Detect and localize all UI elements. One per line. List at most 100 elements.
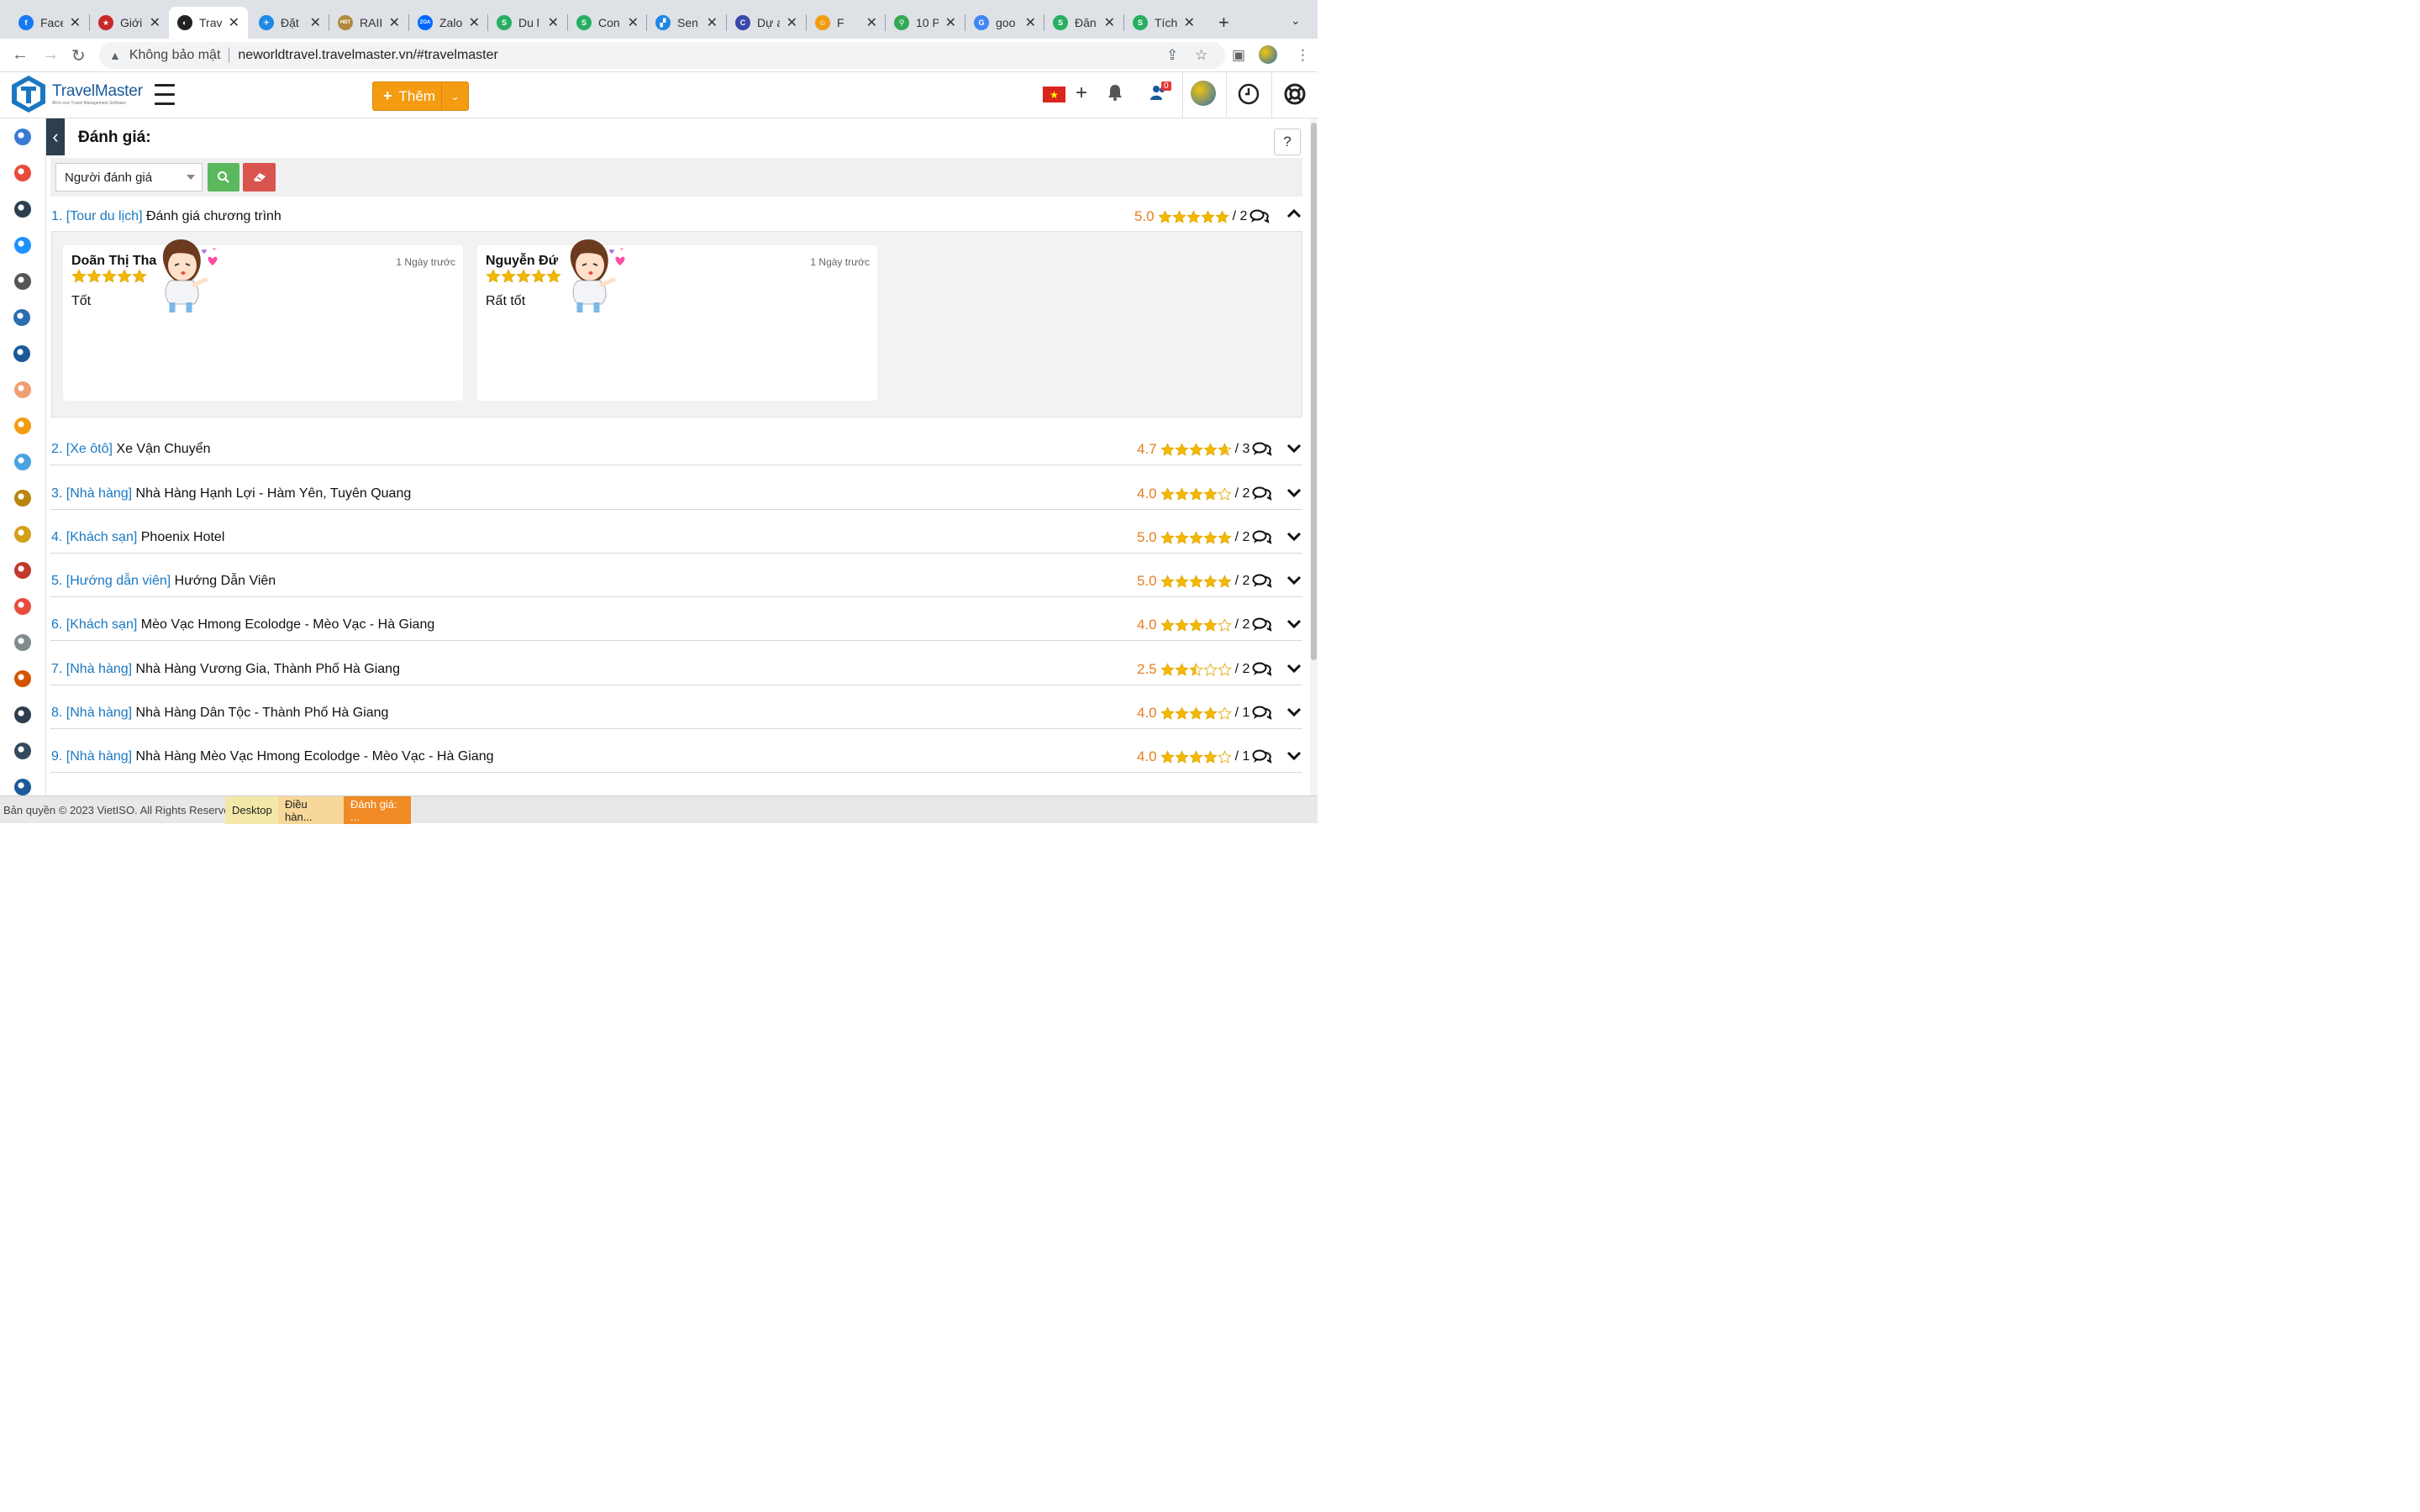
- profile-avatar[interactable]: [1259, 45, 1277, 64]
- comments-icon[interactable]: [1252, 748, 1272, 765]
- chevron-down-icon[interactable]: [1286, 487, 1302, 499]
- agent-icon[interactable]: [14, 743, 31, 759]
- compass-icon[interactable]: [14, 417, 31, 434]
- close-icon[interactable]: ✕: [1184, 14, 1195, 31]
- close-icon[interactable]: ✕: [866, 14, 877, 31]
- url-text[interactable]: neworldtravel.travelmaster.vn/#travelmas…: [238, 48, 497, 63]
- abacus-icon[interactable]: [14, 670, 31, 687]
- review-item-category[interactable]: [Hướng dẫn viên]: [66, 574, 171, 588]
- luggage-icon[interactable]: [14, 526, 31, 543]
- comments-icon[interactable]: [1252, 441, 1272, 458]
- review-item-title[interactable]: 5. [Hướng dẫn viên] Hướng Dẫn Viên: [51, 574, 276, 589]
- collapse-sidebar-icon[interactable]: ‹: [46, 118, 65, 155]
- review-item[interactable]: 6. [Khách sạn] Mèo Vạc Hmong Ecolodge - …: [50, 616, 1302, 641]
- browser-tab[interactable]: S Con ✕: [568, 7, 647, 39]
- support-icon[interactable]: [13, 309, 30, 326]
- chevron-down-icon[interactable]: ⌄: [441, 82, 468, 110]
- reviewer-select[interactable]: Người đánh giá: [55, 163, 203, 192]
- reload-icon[interactable]: ↻: [71, 45, 86, 66]
- lifebuoy-icon[interactable]: [1284, 83, 1306, 110]
- chevron-down-icon[interactable]: [1286, 750, 1302, 762]
- warning-icon[interactable]: ▲: [109, 49, 121, 62]
- user-avatar[interactable]: [1191, 81, 1216, 106]
- comments-icon[interactable]: [1252, 617, 1272, 633]
- globe-icon[interactable]: [14, 129, 31, 145]
- review-item-title[interactable]: 1. [Tour du lịch] Đánh giá chương trình: [51, 209, 281, 224]
- briefcase-icon[interactable]: [14, 490, 31, 507]
- close-icon[interactable]: ✕: [1025, 14, 1036, 31]
- review-item[interactable]: 5. [Hướng dẫn viên] Hướng Dẫn Viên 5.0 / 2: [50, 572, 1302, 597]
- bookmark-star-icon[interactable]: ☆: [1195, 47, 1207, 64]
- team-icon[interactable]: [14, 706, 31, 723]
- comments-icon[interactable]: [1252, 573, 1272, 590]
- review-item-category[interactable]: [Nhà hàng]: [66, 706, 132, 720]
- comments-icon[interactable]: [1252, 661, 1272, 678]
- scrollbar-thumb[interactable]: [1311, 123, 1317, 660]
- page-scrollbar[interactable]: [1310, 118, 1318, 795]
- chevron-down-icon[interactable]: [1286, 575, 1302, 586]
- plus-icon[interactable]: +: [1076, 81, 1087, 105]
- footer-window-tab[interactable]: Desktop: [225, 796, 278, 824]
- browser-tab[interactable]: Ggoo ✕: [965, 7, 1044, 39]
- chevron-down-icon[interactable]: [1286, 443, 1302, 454]
- car-icon[interactable]: [14, 634, 31, 651]
- insecure-label[interactable]: Không bảo mật: [129, 48, 221, 63]
- review-item-category[interactable]: [Nhà hàng]: [66, 486, 132, 501]
- chevron-down-icon[interactable]: [1286, 618, 1302, 630]
- ticket-icon[interactable]: [14, 273, 31, 290]
- clock-icon[interactable]: [1238, 83, 1260, 110]
- close-icon[interactable]: ✕: [707, 14, 718, 31]
- review-item[interactable]: 9. [Nhà hàng] Nhà Hàng Mèo Vạc Hmong Eco…: [50, 748, 1302, 773]
- comments-icon[interactable]: [1252, 529, 1272, 546]
- calendar-icon[interactable]: [14, 598, 31, 615]
- review-item-category[interactable]: [Xe ôtô]: [66, 442, 113, 456]
- add-button[interactable]: + Thêm ⌄: [372, 81, 469, 111]
- close-icon[interactable]: ✕: [389, 14, 400, 31]
- review-item[interactable]: 3. [Nhà hàng] Nhà Hàng Hạnh Lợi - Hàm Yê…: [50, 485, 1302, 510]
- browser-tab[interactable]: C Dự a ✕: [727, 7, 806, 39]
- review-item-category[interactable]: [Nhà hàng]: [66, 749, 132, 764]
- footer-window-tab[interactable]: Đánh giá: ...: [344, 796, 411, 824]
- review-item-title[interactable]: 6. [Khách sạn] Mèo Vạc Hmong Ecolodge - …: [51, 617, 434, 633]
- back-icon[interactable]: ←: [12, 45, 29, 65]
- close-icon[interactable]: ✕: [786, 14, 797, 31]
- browser-tab[interactable]: ★ Giới ✕: [90, 7, 169, 39]
- review-item[interactable]: 1. [Tour du lịch] Đánh giá chương trình 5…: [50, 207, 1302, 233]
- browser-tab[interactable]: HBT RAII ✕: [329, 7, 408, 39]
- search-button[interactable]: [208, 163, 239, 192]
- share-icon[interactable]: ⇪: [1166, 47, 1178, 64]
- browser-tab[interactable]: ☺ F ✕: [807, 7, 886, 39]
- browser-tab[interactable]: ⚲ 10 P ✕: [886, 7, 965, 39]
- settings-icon[interactable]: [14, 779, 31, 795]
- swirl-icon[interactable]: [14, 165, 31, 181]
- close-icon[interactable]: ✕: [150, 14, 160, 31]
- chevron-down-icon[interactable]: [1286, 663, 1302, 675]
- browser-tab[interactable]: ✈ Đặt ✕: [250, 7, 329, 39]
- bell-icon[interactable]: [1106, 83, 1124, 107]
- network-icon[interactable]: [14, 237, 31, 254]
- browser-tab[interactable]: f Face ✕: [10, 7, 89, 39]
- puzzle-icon[interactable]: [14, 454, 31, 470]
- close-icon[interactable]: ✕: [548, 14, 559, 31]
- chevron-down-icon[interactable]: [1286, 531, 1302, 543]
- review-item-title[interactable]: 9. [Nhà hàng] Nhà Hàng Mèo Vạc Hmong Eco…: [51, 749, 494, 764]
- browser-tab[interactable]: S Du l ✕: [488, 7, 567, 39]
- browser-tab[interactable]: S Tích ✕: [1124, 7, 1203, 39]
- review-item-category[interactable]: [Nhà hàng]: [66, 662, 132, 676]
- review-item-title[interactable]: 4. [Khách sạn] Phoenix Hotel: [51, 530, 224, 545]
- comments-icon[interactable]: [1252, 486, 1272, 502]
- close-icon[interactable]: ✕: [1104, 14, 1115, 31]
- comments-icon[interactable]: [1249, 208, 1270, 225]
- bus-icon[interactable]: [14, 562, 31, 579]
- hand-icon[interactable]: [14, 381, 31, 398]
- review-item-category[interactable]: [Tour du lịch]: [66, 209, 143, 223]
- clear-filter-button[interactable]: [243, 163, 276, 192]
- forward-icon[interactable]: →: [42, 45, 59, 65]
- close-icon[interactable]: ✕: [469, 14, 480, 31]
- tab-search-icon[interactable]: ⌄: [1291, 13, 1301, 28]
- review-item-title[interactable]: 7. [Nhà hàng] Nhà Hàng Vương Gia, Thành …: [51, 662, 400, 677]
- close-icon[interactable]: ✕: [229, 14, 239, 31]
- close-icon[interactable]: ✕: [70, 14, 81, 31]
- planet-icon[interactable]: [14, 201, 31, 218]
- help-icon[interactable]: ?: [1274, 129, 1301, 155]
